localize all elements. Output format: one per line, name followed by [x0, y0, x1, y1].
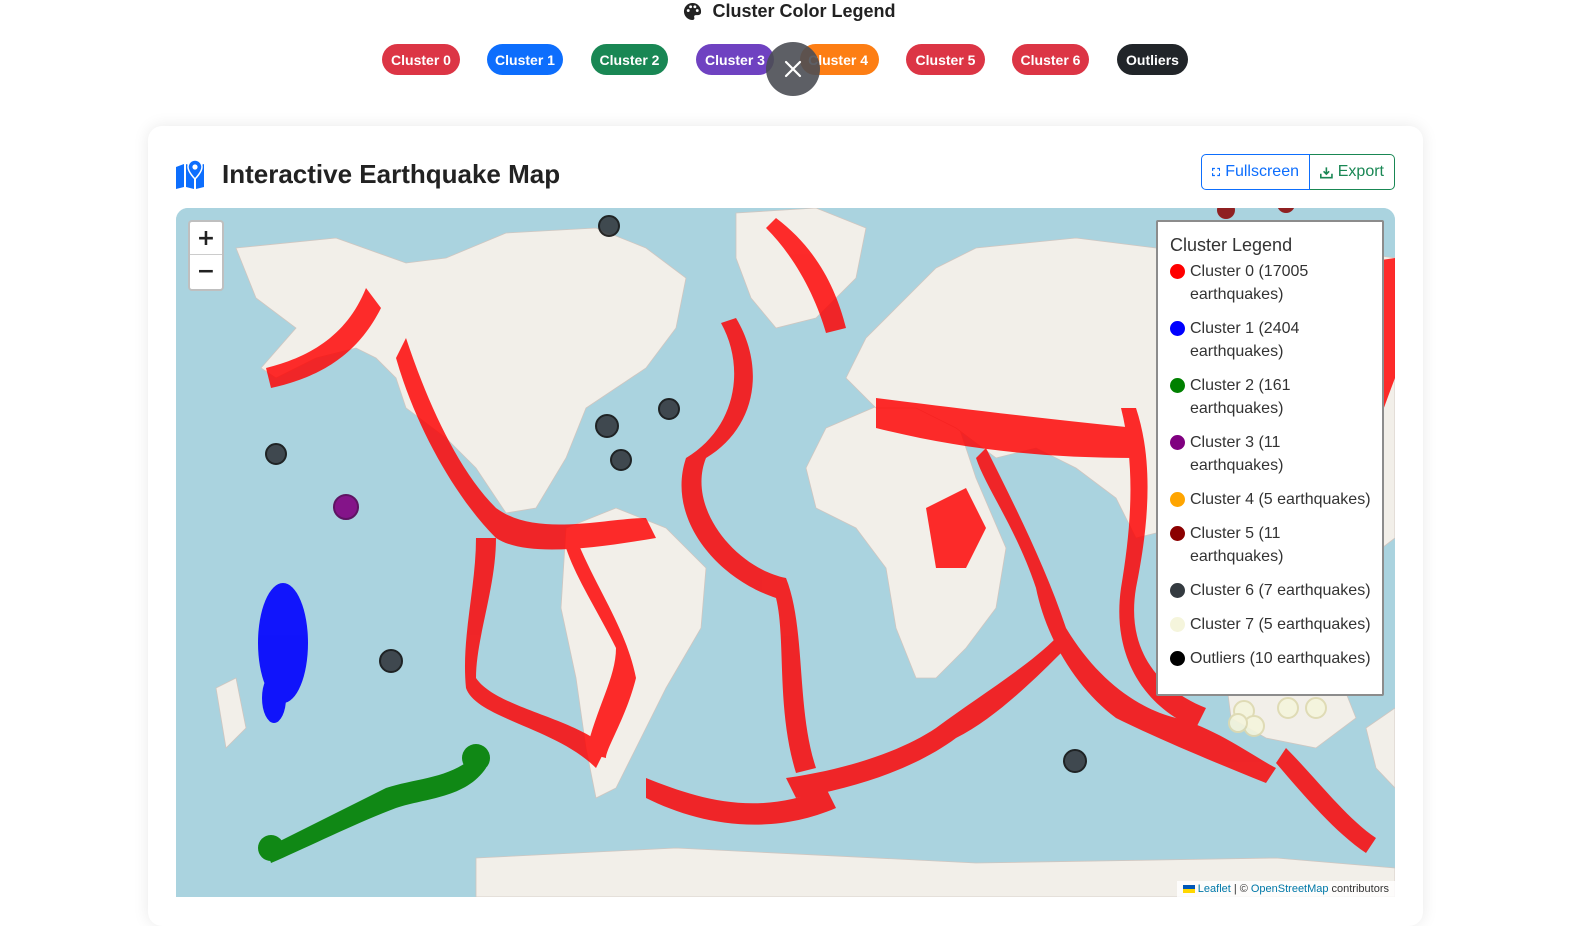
map-marker-icon — [176, 159, 204, 189]
legend-dot-icon — [1170, 264, 1185, 279]
zoom-in-button[interactable]: + — [190, 222, 222, 255]
legend-item-label: Cluster 0 (17005 earthquakes) — [1190, 263, 1309, 303]
map-title-text: Interactive Earthquake Map — [222, 158, 561, 189]
close-icon — [784, 60, 802, 78]
close-overlay-button[interactable] — [766, 42, 820, 96]
download-icon — [1320, 166, 1333, 178]
zoom-out-button[interactable]: − — [190, 255, 222, 288]
legend-dot-icon — [1170, 435, 1185, 450]
legend-dot-icon — [1170, 492, 1185, 507]
legend-item-cluster-7: Cluster 7 (5 earthquakes) — [1170, 613, 1372, 636]
pill-cluster-6[interactable]: Cluster 6 — [1012, 44, 1089, 75]
export-label: Export — [1337, 163, 1384, 180]
legend-dot-icon — [1170, 583, 1185, 598]
fullscreen-button[interactable]: Fullscreen — [1201, 154, 1310, 190]
earthquake-map[interactable]: + − Cluster Legend Cluster 0 (17005 eart… — [176, 208, 1395, 897]
fullscreen-icon — [1212, 167, 1221, 177]
legend-item-label: Cluster 5 (11 earthquakes) — [1190, 525, 1284, 565]
cluster-legend-panel: Cluster Legend Cluster 0 (17005 earthqua… — [1156, 220, 1384, 696]
export-button[interactable]: Export — [1310, 154, 1395, 190]
legend-item-cluster-5: Cluster 5 (11 earthquakes) — [1170, 522, 1372, 568]
legend-item-label: Outliers (10 earthquakes) — [1190, 650, 1371, 667]
cluster-legend-title: Cluster Legend — [1170, 235, 1293, 255]
legend-item-outliers: Outliers (10 earthquakes) — [1170, 647, 1372, 670]
cluster-color-legend-heading: Cluster Color Legend — [0, 0, 1579, 22]
leaflet-link[interactable]: Leaflet — [1198, 883, 1231, 895]
legend-item-label: Cluster 2 (161 earthquakes) — [1190, 377, 1291, 417]
pill-cluster-3[interactable]: Cluster 3 — [696, 44, 774, 75]
pill-cluster-2[interactable]: Cluster 2 — [591, 44, 668, 75]
legend-dot-icon — [1170, 321, 1185, 336]
fullscreen-label: Fullscreen — [1225, 163, 1299, 180]
legend-item-label: Cluster 4 (5 earthquakes) — [1190, 491, 1371, 508]
attribution-separator: | © — [1233, 883, 1248, 895]
legend-dot-icon — [1170, 378, 1185, 393]
attribution-suffix: contributors — [1331, 883, 1389, 895]
pill-cluster-1[interactable]: Cluster 1 — [487, 44, 563, 75]
pill-cluster-0[interactable]: Cluster 0 — [382, 44, 460, 75]
legend-dot-icon — [1170, 617, 1185, 632]
ukraine-flag-icon — [1182, 885, 1195, 893]
legend-item-cluster-1: Cluster 1 (2404 earthquakes) — [1170, 317, 1372, 363]
legend-heading-text: Cluster Color Legend — [712, 0, 896, 21]
legend-item-label: Cluster 1 (2404 earthquakes) — [1190, 320, 1300, 360]
legend-item-cluster-4: Cluster 4 (5 earthquakes) — [1170, 488, 1372, 511]
map-toolbar: Fullscreen Export — [1201, 154, 1395, 190]
legend-item-label: Cluster 3 (11 earthquakes) — [1190, 434, 1284, 474]
legend-item-label: Cluster 7 (5 earthquakes) — [1190, 616, 1371, 633]
pill-outliers[interactable]: Outliers — [1117, 44, 1188, 75]
legend-item-label: Cluster 6 (7 earthquakes) — [1190, 582, 1371, 599]
map-card-title: Interactive Earthquake Map — [175, 156, 560, 192]
legend-dot-icon — [1170, 651, 1185, 666]
zoom-control: + − — [188, 220, 224, 291]
openstreetmap-link[interactable]: OpenStreetMap — [1251, 883, 1329, 895]
pill-cluster-5[interactable]: Cluster 5 — [906, 44, 985, 75]
legend-item-cluster-0: Cluster 0 (17005 earthquakes) — [1170, 260, 1372, 306]
legend-dot-icon — [1170, 526, 1185, 541]
legend-item-cluster-3: Cluster 3 (11 earthquakes) — [1170, 431, 1372, 477]
map-attribution: Leaflet | © OpenStreetMap contributors — [1176, 881, 1395, 897]
legend-item-cluster-2: Cluster 2 (161 earthquakes) — [1170, 374, 1372, 420]
palette-icon — [684, 2, 702, 20]
legend-item-cluster-6: Cluster 6 (7 earthquakes) — [1170, 579, 1372, 602]
